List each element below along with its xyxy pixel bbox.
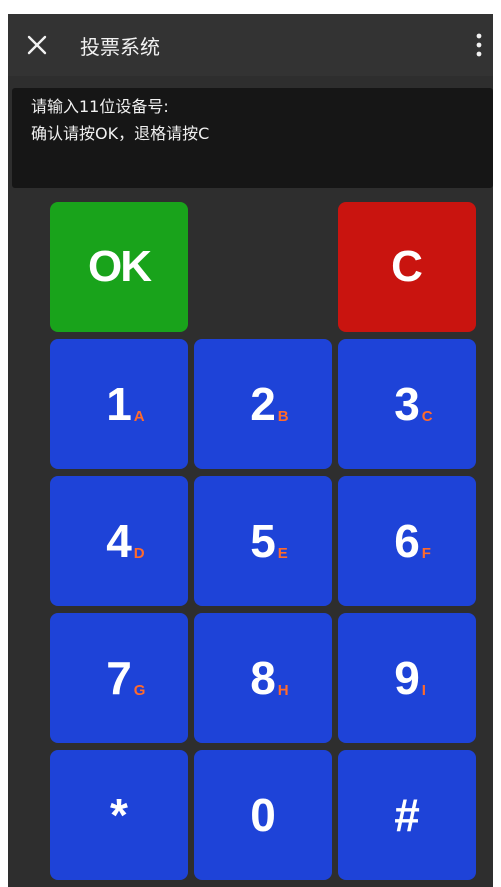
key-6[interactable]: 6F bbox=[338, 476, 476, 606]
key-digit: 3 bbox=[394, 378, 420, 430]
ok-label: OK bbox=[88, 242, 152, 291]
more-options-button[interactable] bbox=[469, 30, 489, 60]
key-letter: C bbox=[421, 408, 433, 425]
key-3[interactable]: 3C bbox=[338, 339, 476, 469]
key-letter: I bbox=[421, 682, 426, 699]
key-digit: 1 bbox=[106, 378, 132, 430]
key-9[interactable]: 9I bbox=[338, 613, 476, 743]
key-letter: F bbox=[421, 545, 431, 562]
page-title: 投票系统 bbox=[80, 35, 160, 59]
key-digit: 2 bbox=[250, 378, 276, 430]
key-letter: E bbox=[277, 545, 288, 562]
close-icon bbox=[27, 35, 47, 55]
key-digit: 6 bbox=[394, 515, 420, 567]
key-8[interactable]: 8H bbox=[194, 613, 332, 743]
key-digit: 7 bbox=[106, 652, 132, 704]
key-letter: A bbox=[133, 408, 145, 425]
key-digit: 5 bbox=[250, 515, 276, 567]
hint-text: 确认请按OK，退格请按C bbox=[31, 124, 210, 143]
key-7[interactable]: 7G bbox=[50, 613, 188, 743]
key-digit: 0 bbox=[250, 789, 276, 841]
key-letter: D bbox=[133, 545, 145, 562]
ok-button[interactable]: OK bbox=[50, 202, 188, 332]
prompt-text: 请输入11位设备号: bbox=[31, 97, 169, 116]
key-symbol: * bbox=[110, 789, 128, 841]
key-1[interactable]: 1A bbox=[50, 339, 188, 469]
title-bar: 投票系统 bbox=[8, 14, 493, 76]
key-0[interactable]: 0 bbox=[194, 750, 332, 880]
key-symbol: # bbox=[394, 789, 420, 841]
key-4[interactable]: 4D bbox=[50, 476, 188, 606]
more-vertical-icon bbox=[476, 33, 482, 57]
key-star[interactable]: * bbox=[50, 750, 188, 880]
app-window: 投票系统 请输入11位设备号: 确认请按OK，退格请按C OK C 1A 2B … bbox=[8, 14, 493, 887]
key-letter: H bbox=[277, 682, 289, 699]
key-5[interactable]: 5E bbox=[194, 476, 332, 606]
key-digit: 4 bbox=[106, 515, 132, 567]
close-button[interactable] bbox=[22, 30, 52, 60]
cancel-button[interactable]: C bbox=[338, 202, 476, 332]
key-letter: G bbox=[133, 682, 146, 699]
key-hash[interactable]: # bbox=[338, 750, 476, 880]
key-digit: 8 bbox=[250, 652, 276, 704]
key-digit: 9 bbox=[394, 652, 420, 704]
cancel-label: C bbox=[391, 242, 423, 291]
key-2[interactable]: 2B bbox=[194, 339, 332, 469]
input-display: 请输入11位设备号: 确认请按OK，退格请按C bbox=[12, 88, 493, 188]
key-letter: B bbox=[277, 408, 289, 425]
